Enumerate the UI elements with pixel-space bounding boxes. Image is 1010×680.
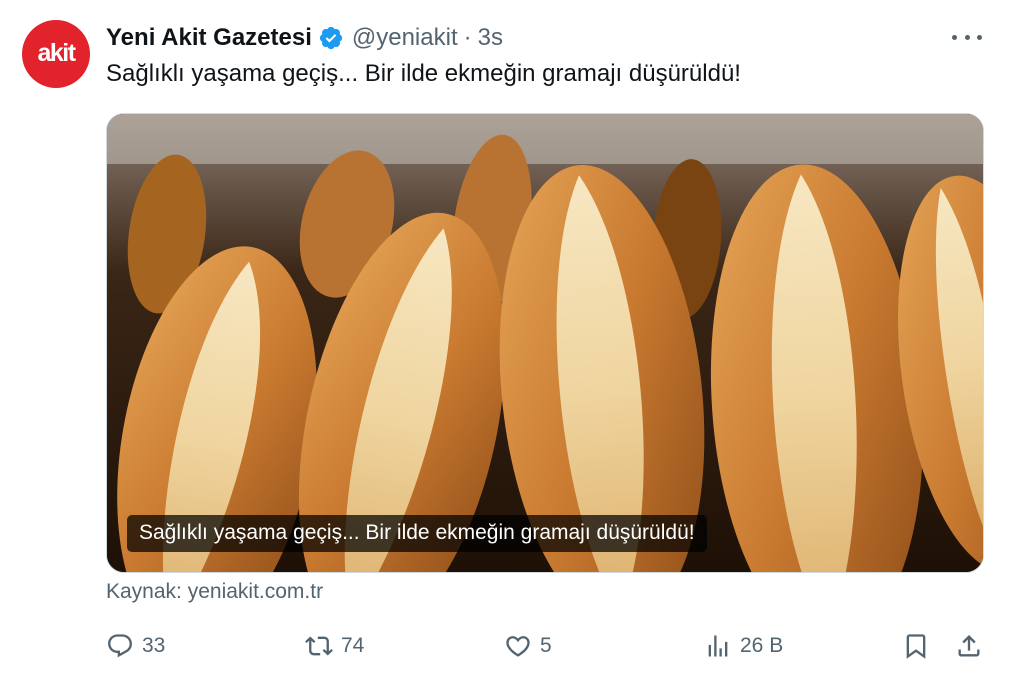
separator-dot: · <box>463 24 472 51</box>
bookmark-button[interactable] <box>902 626 930 666</box>
bread-photo <box>107 114 983 572</box>
reply-icon <box>108 634 132 658</box>
media-caption: Sağlıklı yaşama geçiş... Bir ilde ekmeği… <box>127 515 707 552</box>
views-icon <box>708 635 728 657</box>
user-handle[interactable]: @yeniakit <box>352 24 458 52</box>
action-bar: 33 74 5 26 B <box>0 626 1010 666</box>
reply-count: 33 <box>142 634 166 657</box>
views-button[interactable]: 26 B <box>704 626 783 666</box>
display-name[interactable]: Yeni Akit Gazetesi <box>106 24 312 52</box>
share-button[interactable] <box>955 626 983 666</box>
reply-button[interactable]: 33 <box>106 626 165 666</box>
retweet-button[interactable]: 74 <box>305 626 364 666</box>
verified-badge-icon[interactable] <box>318 25 344 51</box>
more-options-icon[interactable] <box>952 28 982 46</box>
like-count: 5 <box>540 634 552 657</box>
like-button[interactable]: 5 <box>504 626 552 666</box>
heart-icon <box>506 636 530 657</box>
share-icon <box>958 635 980 657</box>
timestamp[interactable]: 3s <box>478 24 503 52</box>
retweet-count: 74 <box>341 634 365 657</box>
media-card[interactable]: Sağlıklı yaşama geçiş... Bir ilde ekmeği… <box>106 113 984 573</box>
views-count: 26 B <box>740 634 784 657</box>
bookmark-icon <box>906 634 926 659</box>
avatar[interactable]: akit <box>22 20 90 88</box>
tweet-header: Yeni Akit Gazetesi @yeniakit · 3s <box>106 21 503 55</box>
tweet-text: Sağlıklı yaşama geçiş... Bir ilde ekmeği… <box>106 60 741 87</box>
retweet-icon <box>305 636 333 656</box>
avatar-logo-text: akit <box>37 38 76 67</box>
source-link[interactable]: Kaynak: yeniakit.com.tr <box>106 580 323 604</box>
